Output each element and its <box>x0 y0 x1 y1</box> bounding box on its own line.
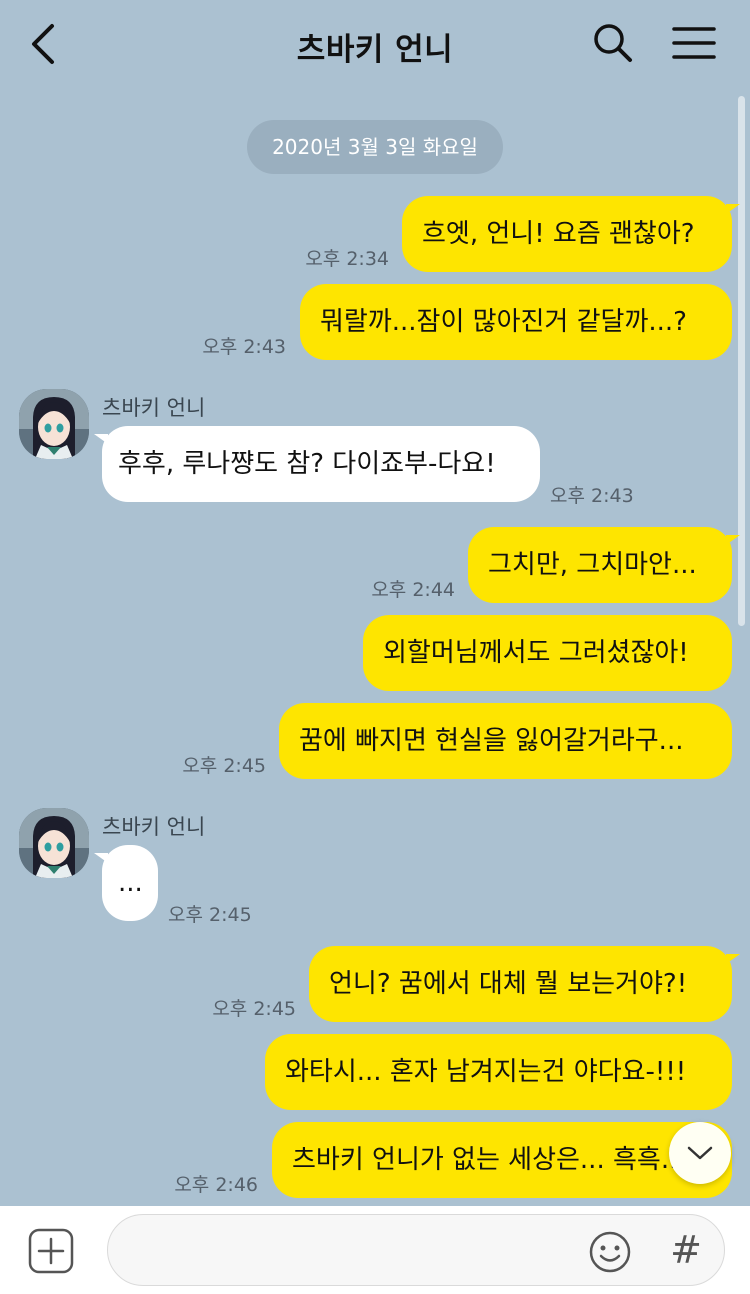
message-time: 오후 2:46 <box>174 1174 258 1196</box>
smiley-icon <box>589 1231 631 1273</box>
hashtag-search-button[interactable]: # <box>666 1226 706 1274</box>
message-time: 오후 2:43 <box>550 485 634 507</box>
attach-button[interactable] <box>28 1228 74 1274</box>
avatar-character-image <box>19 808 89 878</box>
date-divider: 2020년 3월 3일 화요일 <box>247 120 503 174</box>
chat-scrollbar[interactable] <box>738 96 745 626</box>
chevron-down-icon <box>687 1146 713 1160</box>
sender-name: 츠바키 언니 <box>102 815 206 839</box>
my-message-bubble[interactable]: 와타시... 혼자 남겨지는건 야다요-!!! <box>265 1034 732 1110</box>
message-text: 후후, 루나쨩도 참? 다이죠부-다요! <box>118 449 496 479</box>
avatar[interactable] <box>19 808 89 878</box>
message-input[interactable] <box>107 1214 725 1286</box>
message-text: 와타시... 혼자 남겨지는건 야다요-!!! <box>285 1057 687 1087</box>
message-time: 오후 2:45 <box>212 998 296 1020</box>
my-message-bubble[interactable]: 츠바키 언니가 없는 세상은... 흑흑... <box>272 1122 732 1198</box>
search-button[interactable] <box>592 22 634 64</box>
avatar[interactable] <box>19 389 89 459</box>
my-message-bubble[interactable]: 외할머님께서도 그러셨잖아! <box>363 615 732 691</box>
avatar-character-image <box>19 389 89 459</box>
message-time: 오후 2:45 <box>182 755 266 777</box>
scroll-to-bottom-button[interactable] <box>669 1122 731 1184</box>
my-message-bubble[interactable]: 언니? 꿈에서 대체 뭘 보는거야?! <box>309 946 732 1022</box>
sender-name: 츠바키 언니 <box>102 396 206 420</box>
message-input-bar: # <box>0 1206 750 1294</box>
message-time: 오후 2:45 <box>168 904 252 926</box>
message-time: 오후 2:44 <box>371 579 455 601</box>
emoji-button[interactable] <box>588 1230 632 1274</box>
message-text: 그치만, 그치마안... <box>488 550 697 580</box>
menu-button[interactable] <box>670 24 718 64</box>
message-text: 뭐랄까...잠이 많아진거 같달까...? <box>320 307 687 337</box>
message-text: 츠바키 언니가 없는 세상은... 흑흑... <box>292 1145 686 1175</box>
message-time: 오후 2:43 <box>202 336 286 358</box>
bubble-tail <box>726 204 740 214</box>
message-text: 언니? 꿈에서 대체 뭘 보는거야?! <box>329 969 688 999</box>
message-text: 흐엣, 언니! 요즘 괜찮아? <box>422 219 695 249</box>
message-text: 꿈에 빠지면 현실을 잃어갈거라구... <box>299 726 684 756</box>
search-icon <box>594 24 632 62</box>
bubble-tail <box>726 954 740 964</box>
their-message-bubble[interactable]: 후후, 루나쨩도 참? 다이죠부-다요! <box>102 426 540 502</box>
message-text: 외할머님께서도 그러셨잖아! <box>383 638 689 668</box>
my-message-bubble[interactable]: 뭐랄까...잠이 많아진거 같달까...? <box>300 284 732 360</box>
bubble-tail <box>726 535 740 545</box>
my-message-bubble[interactable]: 꿈에 빠지면 현실을 잃어갈거라구... <box>279 703 732 779</box>
message-text: ... <box>118 868 143 898</box>
message-time: 오후 2:34 <box>305 248 389 270</box>
my-message-bubble[interactable]: 흐엣, 언니! 요즘 괜찮아? <box>402 196 732 272</box>
hamburger-menu-icon <box>672 27 716 59</box>
my-message-bubble[interactable]: 그치만, 그치마안... <box>468 527 732 603</box>
their-message-bubble[interactable]: ... <box>102 845 158 921</box>
plus-square-icon <box>28 1228 74 1274</box>
chat-title: 츠바키 언니 <box>296 32 454 68</box>
chat-header: 츠바키 언니 <box>0 0 750 88</box>
